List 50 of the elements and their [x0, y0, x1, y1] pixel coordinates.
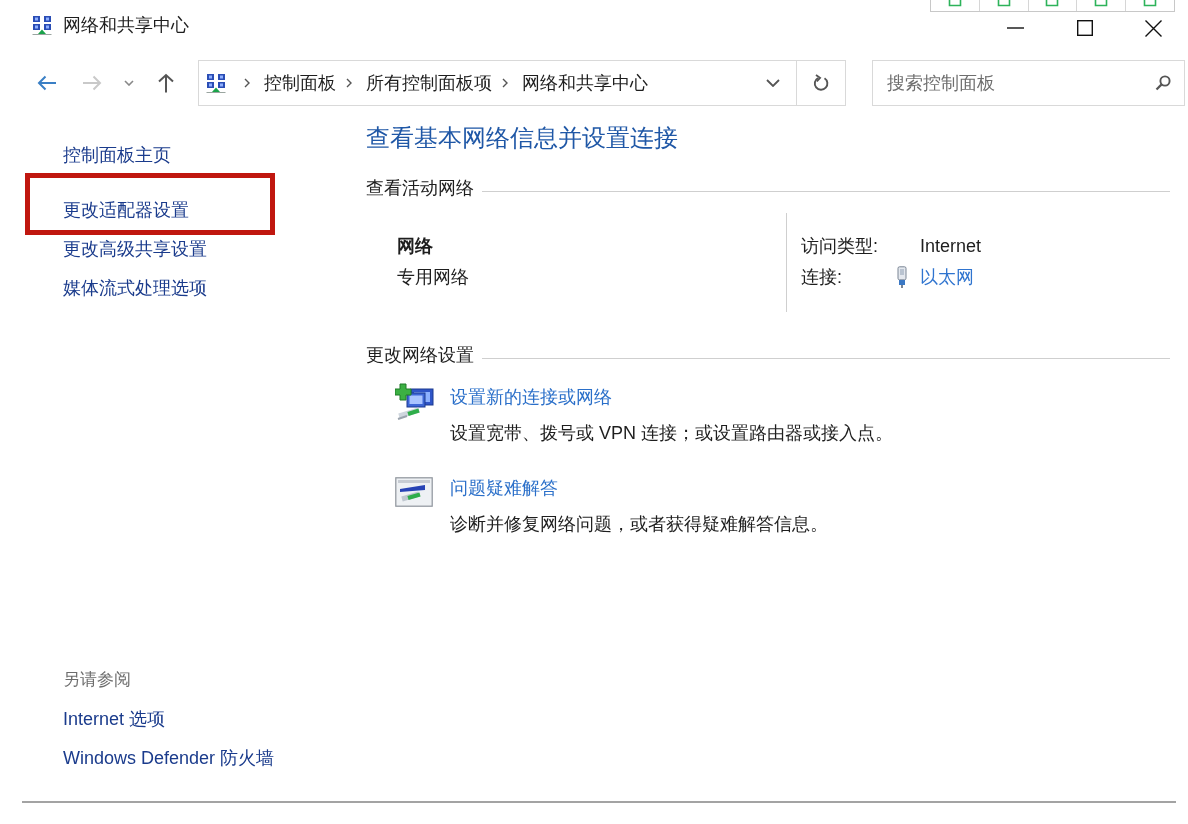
detail-value: Internet	[920, 235, 982, 258]
close-icon	[1145, 19, 1162, 37]
tool-icon	[1094, 0, 1109, 7]
section-heading: 更改网络设置	[366, 344, 474, 367]
chevron-right-icon	[346, 78, 352, 88]
task-link[interactable]: 问题疑难解答	[450, 475, 558, 501]
tool-icon	[1045, 0, 1060, 7]
section-heading: 查看活动网络	[366, 177, 474, 200]
search-icon	[1155, 75, 1171, 91]
see-also-link[interactable]: Windows Defender 防火墙	[63, 746, 275, 770]
new-connection-icon	[395, 383, 435, 421]
tool-icon	[1143, 0, 1158, 7]
search-field[interactable]: 搜索控制面板	[872, 60, 1185, 106]
tool-icon	[996, 0, 1011, 7]
up-arrow-icon	[157, 73, 175, 93]
chevron-down-icon	[766, 79, 780, 87]
sidebar-link[interactable]: 媒体流式处理选项	[63, 274, 207, 301]
troubleshoot-icon	[395, 477, 433, 507]
chevron-right-icon	[502, 78, 508, 88]
detail-label: 连接:	[801, 266, 843, 289]
ethernet-icon	[896, 266, 908, 288]
connection-link[interactable]: 以太网	[920, 264, 974, 290]
sidebar-link[interactable]: 更改适配器设置	[63, 197, 189, 223]
chevron-right-icon	[244, 78, 250, 88]
breadcrumb[interactable]: 网络和共享中心	[522, 71, 648, 95]
refresh-button[interactable]	[797, 60, 846, 106]
network-icon	[206, 73, 226, 93]
sidebar-link[interactable]: 控制面板主页	[63, 142, 171, 168]
sidebar-link[interactable]: 更改高级共享设置	[63, 235, 207, 262]
back-arrow-icon	[37, 75, 57, 91]
breadcrumb[interactable]: 所有控制面板项	[366, 71, 492, 95]
page-heading: 查看基本网络信息并设置连接	[366, 123, 679, 153]
task-description: 设置宽带、拨号或 VPN 连接；或设置路由器或接入点。	[450, 422, 893, 445]
tool-icon	[947, 0, 962, 7]
task-description: 诊断并修复网络问题，或者获得疑难解答信息。	[450, 513, 828, 536]
network-icon	[32, 15, 52, 35]
see-also-heading: 另请参阅	[63, 669, 131, 691]
refresh-icon	[813, 74, 829, 92]
network-category: 专用网络	[397, 265, 469, 289]
task-link[interactable]: 设置新的连接或网络	[450, 384, 612, 410]
detail-label: 访问类型:	[801, 235, 879, 258]
see-also-link[interactable]: Internet 选项	[63, 707, 166, 731]
chevron-down-icon	[124, 80, 134, 86]
window-title: 网络和共享中心	[63, 14, 189, 37]
network-name: 网络	[397, 234, 433, 258]
address-bar[interactable]: 控制面板 所有控制面板项 网络和共享中心	[198, 60, 797, 106]
minimize-icon	[1007, 27, 1024, 29]
breadcrumb[interactable]: 控制面板	[264, 71, 336, 95]
forward-arrow-icon	[82, 75, 102, 91]
maximize-icon	[1076, 20, 1093, 36]
